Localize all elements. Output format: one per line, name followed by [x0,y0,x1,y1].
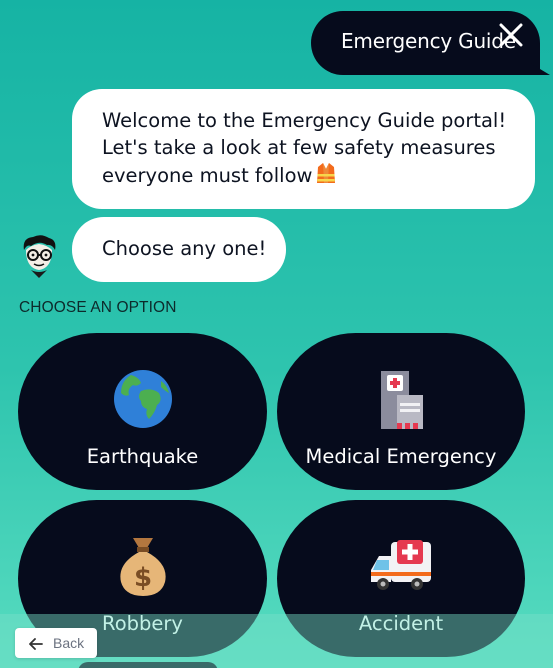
option-earthquake[interactable]: Earthquake [18,333,267,490]
choose-message-text: Choose any one! [102,237,267,260]
welcome-line-3-wrap: everyone must follow [102,161,535,193]
option-label: Earthquake [86,445,199,468]
bot-avatar [19,234,59,278]
chat-title: Emergency Guide [341,29,516,53]
welcome-line-2: Let's take a look at few safety measures [102,135,496,159]
back-button[interactable]: Back [15,628,97,658]
option-medical-emergency[interactable]: Medical Emergency [277,333,525,490]
choose-message: Choose any one! [72,217,286,282]
back-label: Back [53,635,85,651]
globe-icon [111,367,175,431]
choose-option-label: CHOOSE AN OPTION [19,299,177,316]
bubble-tail [530,63,550,75]
ambulance-icon [369,534,433,598]
arrow-left-icon [29,636,43,650]
hospital-icon [369,367,433,431]
welcome-line-3: everyone must follow [102,164,313,187]
svg-text:$: $ [133,563,151,593]
welcome-message: Welcome to the Emergency Guide portal! L… [72,89,535,209]
safety-vest-icon [314,161,338,193]
money-bag-icon: $ [111,534,175,598]
option-label: Medical Emergency [305,445,497,468]
welcome-line-1: Welcome to the Emergency Guide portal! [102,109,507,132]
close-icon[interactable] [498,22,524,48]
